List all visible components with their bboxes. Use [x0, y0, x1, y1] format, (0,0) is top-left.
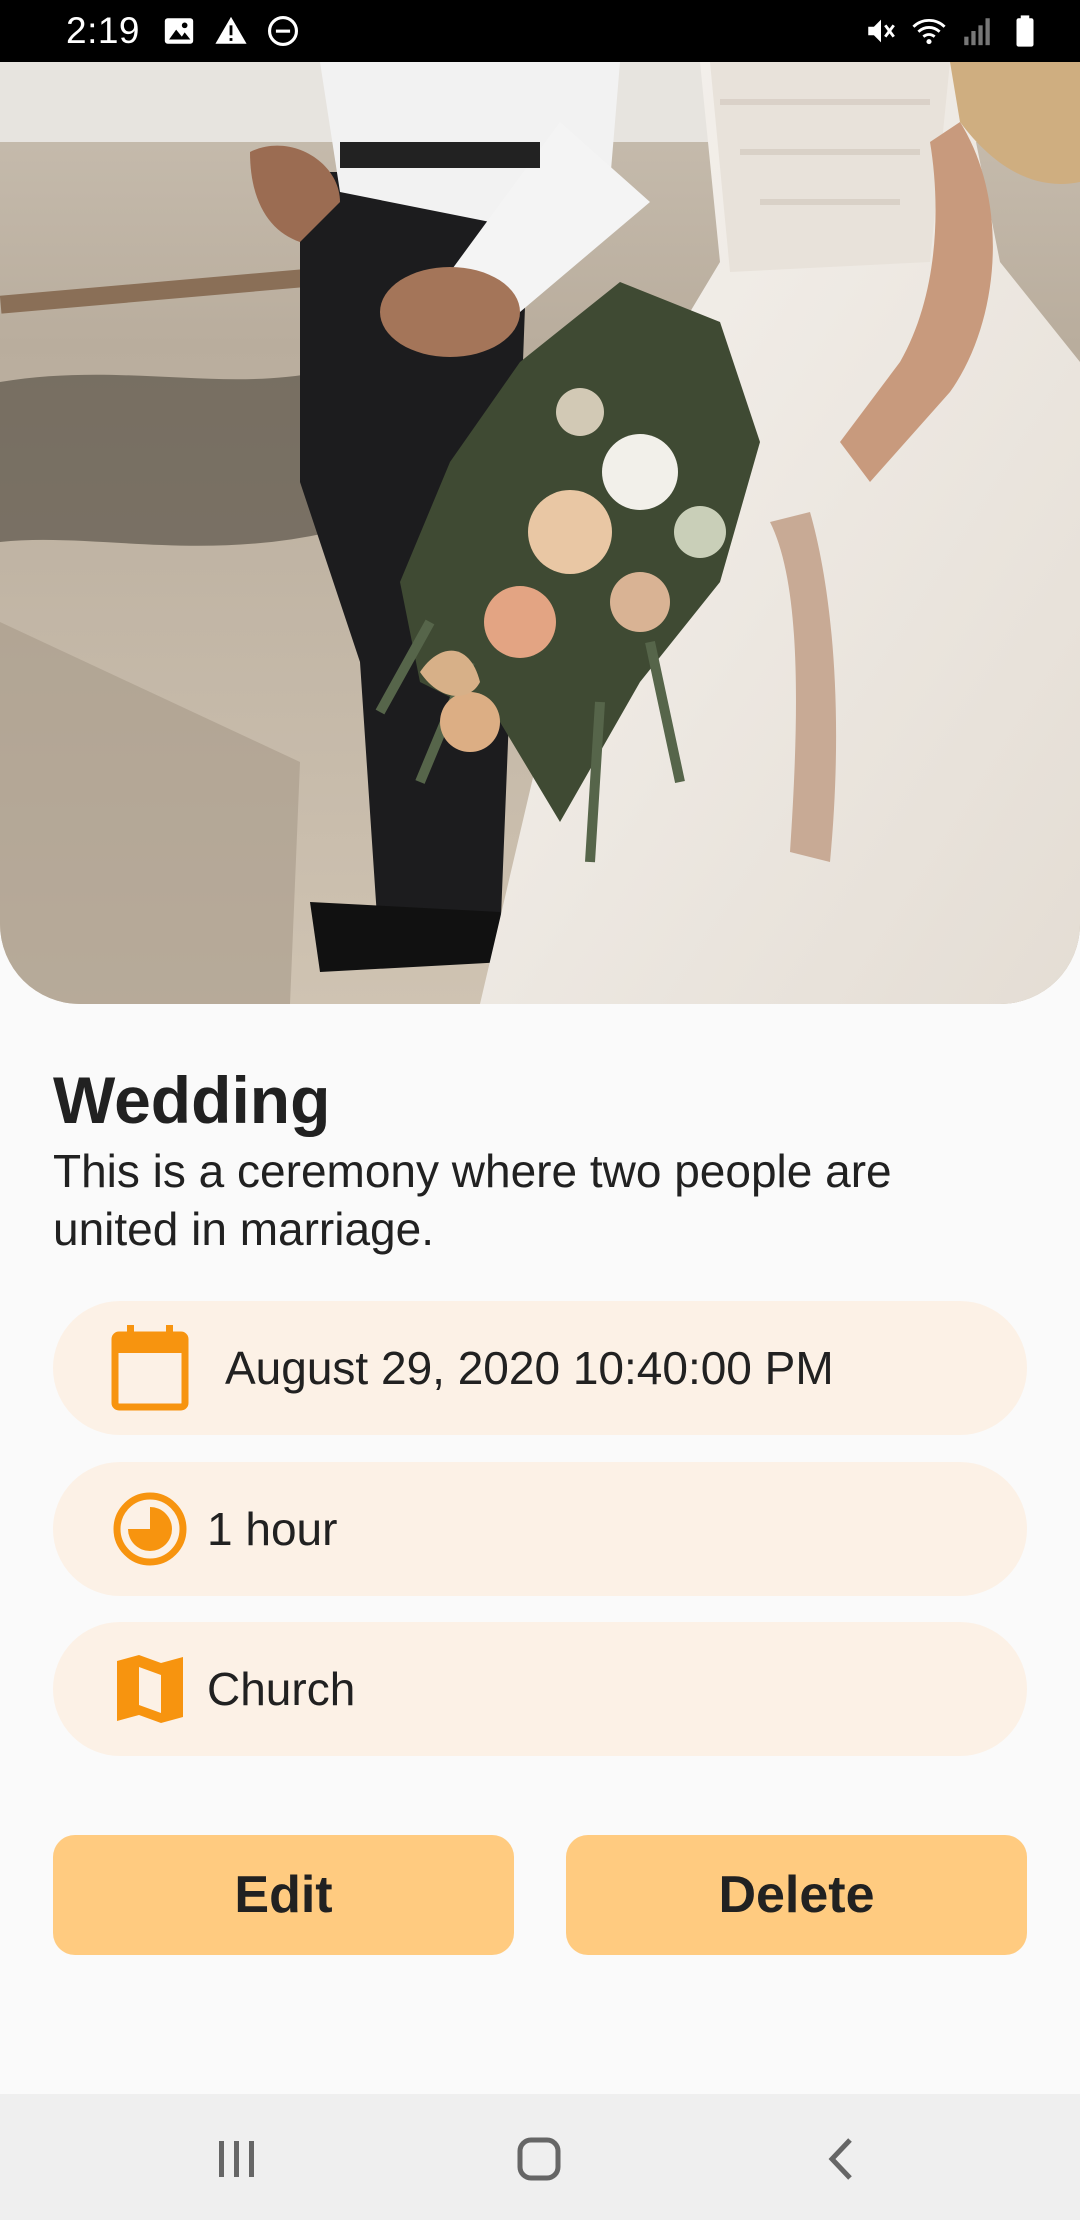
- recents-icon[interactable]: [202, 2124, 272, 2194]
- event-hero-image: [0, 62, 1080, 1004]
- signal-icon: [964, 18, 990, 46]
- edit-button[interactable]: Edit: [53, 1835, 514, 1955]
- status-left-icons: [162, 14, 300, 48]
- event-location-row: Church: [53, 1622, 1027, 1756]
- home-icon[interactable]: [504, 2124, 574, 2194]
- event-title: Wedding: [53, 1063, 331, 1137]
- event-location: Church: [207, 1663, 356, 1715]
- timelapse-icon: [111, 1490, 189, 1568]
- event-duration-row: 1 hour: [53, 1462, 1027, 1596]
- image-icon: [164, 18, 194, 44]
- warning-icon: [215, 16, 247, 44]
- battery-icon: [1016, 15, 1034, 47]
- delete-button[interactable]: Delete: [566, 1835, 1027, 1955]
- status-bar: 2:19: [0, 0, 1080, 62]
- wifi-icon: [912, 18, 946, 45]
- navigation-bar: [0, 2094, 1080, 2220]
- back-icon[interactable]: [806, 2124, 876, 2194]
- mute-icon: [868, 19, 895, 43]
- event-description: This is a ceremony where two people are …: [53, 1145, 892, 1255]
- event-duration: 1 hour: [207, 1503, 338, 1555]
- event-details: Wedding This is a ceremony where two peo…: [53, 1058, 1027, 1258]
- status-right-icons: [864, 14, 1042, 48]
- do-not-disturb-icon: [267, 15, 299, 47]
- event-date-row: August 29, 2020 10:40:00 PM: [53, 1301, 1027, 1435]
- event-date: August 29, 2020 10:40:00 PM: [225, 1342, 834, 1394]
- map-icon: [111, 1650, 189, 1728]
- calendar-icon: [111, 1325, 189, 1411]
- status-time: 2:19: [66, 10, 141, 51]
